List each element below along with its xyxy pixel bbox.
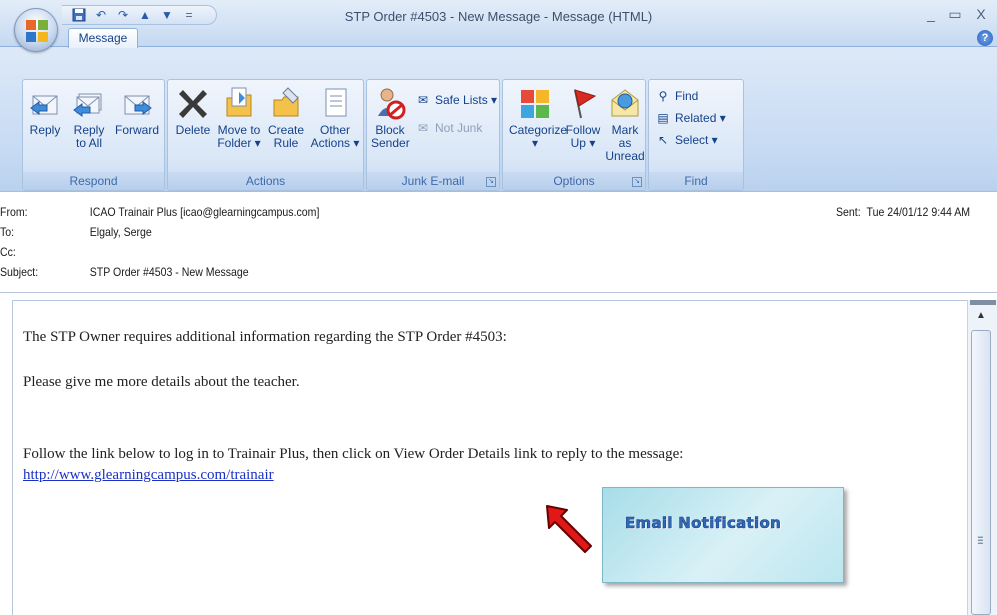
subject-row: Subject: STP Order #4503 - New Message <box>0 265 249 279</box>
categorize-icon <box>519 86 551 120</box>
mark-as-unread-icon <box>609 86 641 120</box>
email-notification-callout: Email Notification <box>602 487 844 583</box>
cc-label: Cc: <box>0 245 16 259</box>
window-title: STP Order #4503 - New Message - Message … <box>344 9 653 24</box>
title-bar: ↶ ↷ ▲ ▼ = STP Order #4503 - New Message … <box>0 0 997 46</box>
block-sender-icon <box>374 86 406 120</box>
reply-all-button[interactable]: Reply to All <box>69 86 109 150</box>
delete-button[interactable]: Delete <box>174 86 212 137</box>
body-line-1: The STP Owner requires additional inform… <box>23 329 507 345</box>
related-icon: ▤ <box>657 111 669 125</box>
move-to-folder-button[interactable]: Move to Folder ▾ <box>216 86 262 150</box>
from-label: From: <box>0 205 28 219</box>
not-junk-button[interactable]: ✉ Not Junk <box>415 120 482 136</box>
cursor-icon: ↖ <box>657 133 669 147</box>
binoculars-icon: ⚲ <box>658 89 668 103</box>
body-line-3: Follow the link below to log in to Train… <box>23 446 684 462</box>
group-actions: Delete Move to Folder ▾ Create Rule Othe… <box>167 79 364 191</box>
sent-value: Tue 24/01/12 9:44 AM <box>866 205 971 219</box>
reply-button[interactable]: Reply <box>29 86 61 137</box>
safe-lists-icon: ✉ <box>417 93 429 107</box>
scroll-up-icon[interactable]: ▲ <box>976 310 986 321</box>
forward-button[interactable]: Forward <box>115 86 159 137</box>
close-button[interactable]: X <box>972 6 990 22</box>
scrollbar-thumb[interactable]: ━ ━ ━ <box>971 330 991 615</box>
not-junk-icon: ✉ <box>417 121 429 135</box>
vertical-scrollbar[interactable]: ▲ ━ ━ ━ <box>967 300 997 615</box>
sent-row: Sent: Tue 24/01/12 9:44 AM <box>836 205 970 219</box>
move-to-folder-icon <box>223 86 255 120</box>
delete-icon <box>177 86 209 120</box>
scrollbar-cap <box>970 300 996 305</box>
group-junk-email: Block Sender ✉ Safe Lists ▾ ✉ Not Junk J… <box>366 79 500 191</box>
from-value[interactable]: ICAO Trainair Plus [icao@glearningcampus… <box>90 205 320 219</box>
callout-text: Email Notification <box>625 514 782 533</box>
block-sender-button[interactable]: Block Sender <box>371 86 410 150</box>
forward-icon <box>121 86 153 120</box>
body-line-2: Please give me more details about the te… <box>23 374 300 390</box>
message-header: From: ICAO Trainair Plus [icao@glearningc… <box>0 193 997 293</box>
office-button[interactable] <box>14 8 58 52</box>
subject-label: Subject: <box>0 265 39 279</box>
options-dialog-launcher-icon[interactable]: ↘ <box>632 177 642 187</box>
trainair-link[interactable]: http://www.glearningcampus.com/trainair <box>23 467 274 484</box>
other-actions-button[interactable]: Other Actions ▾ <box>310 86 360 150</box>
group-label-junk-email: Junk E-mail <box>367 172 499 190</box>
related-button[interactable]: ▤ Related ▾ <box>655 110 725 126</box>
group-find: ⚲ Find ▤ Related ▾ ↖ Select ▾ Find <box>648 79 744 191</box>
other-actions-icon <box>319 86 351 120</box>
to-row: To: Elgaly, Serge <box>0 225 152 239</box>
find-button[interactable]: ⚲ Find <box>655 88 699 104</box>
red-arrow-icon <box>546 505 592 553</box>
reply-all-icon <box>73 86 105 120</box>
group-respond: Reply Reply to All Forward Respond <box>22 79 165 191</box>
group-options: Categorize ▾ Follow Up ▾ Mark as Unread … <box>502 79 646 191</box>
junk-email-dialog-launcher-icon[interactable]: ↘ <box>486 177 496 187</box>
scroll-grip-icon: ━ ━ ━ <box>978 533 983 548</box>
help-icon[interactable]: ? <box>977 30 993 46</box>
create-rule-icon <box>270 86 302 120</box>
group-label-options: Options <box>503 172 645 190</box>
group-label-respond: Respond <box>23 172 164 190</box>
create-rule-button[interactable]: Create Rule <box>266 86 306 150</box>
group-label-actions: Actions <box>168 172 363 190</box>
cc-row: Cc: <box>0 245 90 259</box>
follow-up-button[interactable]: Follow Up ▾ <box>565 86 601 150</box>
tab-message[interactable]: Message <box>68 28 138 48</box>
ribbon: Reply Reply to All Forward Respond Delet… <box>0 46 997 192</box>
reply-icon <box>29 86 61 120</box>
select-button[interactable]: ↖ Select ▾ <box>655 132 718 148</box>
to-value[interactable]: Elgaly, Serge <box>90 225 152 239</box>
to-label: To: <box>0 225 15 239</box>
office-logo-icon <box>26 20 48 42</box>
categorize-button[interactable]: Categorize ▾ <box>509 86 567 150</box>
from-row: From: ICAO Trainair Plus [icao@glearningc… <box>0 205 319 219</box>
subject-value: STP Order #4503 - New Message <box>89 265 249 279</box>
group-label-find: Find <box>649 172 743 190</box>
safe-lists-button[interactable]: ✉ Safe Lists ▾ <box>415 92 497 108</box>
follow-up-flag-icon <box>567 86 599 120</box>
mark-as-unread-button[interactable]: Mark as Unread <box>605 86 645 163</box>
minimize-button[interactable]: _ <box>922 6 940 22</box>
maximize-button[interactable]: ▭ <box>946 6 964 23</box>
sent-label: Sent: <box>836 205 861 219</box>
